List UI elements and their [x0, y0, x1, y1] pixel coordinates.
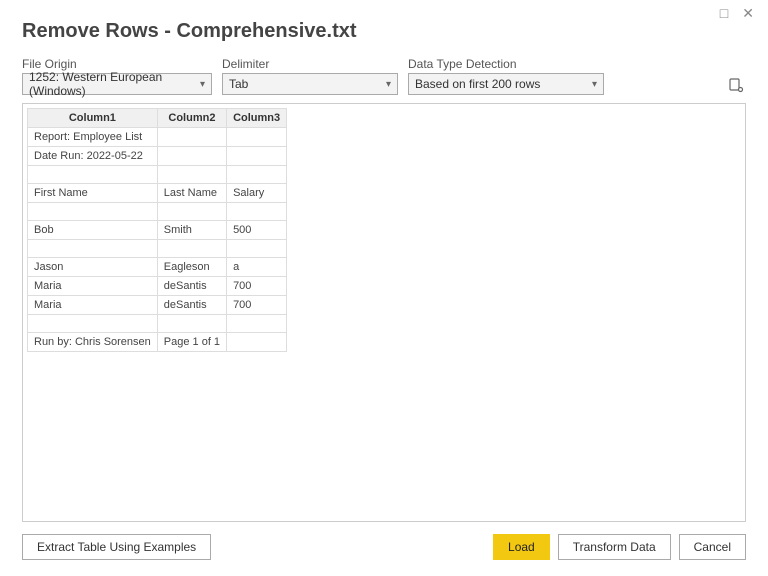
maximize-icon[interactable]: □ [720, 6, 728, 20]
table-cell [28, 203, 158, 221]
table-cell: Smith [157, 221, 226, 240]
table-cell: deSantis [157, 296, 226, 315]
delimiter-value: Tab [229, 77, 248, 91]
table-cell: Maria [28, 277, 158, 296]
table-cell [157, 128, 226, 147]
table-cell [157, 315, 226, 333]
preview-table: Column1Column2Column3 Report: Employee L… [27, 108, 287, 352]
page-title: Remove Rows - Comprehensive.txt [22, 20, 746, 43]
table-cell [28, 240, 158, 258]
table-cell: Jason [28, 258, 158, 277]
table-row[interactable]: BobSmith500 [28, 221, 287, 240]
table-cell [227, 315, 287, 333]
table-row[interactable]: MariadeSantis700 [28, 296, 287, 315]
table-row[interactable] [28, 166, 287, 184]
detection-label: Data Type Detection [408, 57, 604, 71]
table-cell: Date Run: 2022-05-22 [28, 147, 158, 166]
chevron-down-icon: ▾ [386, 79, 391, 90]
table-row[interactable] [28, 203, 287, 221]
table-row[interactable]: Report: Employee List [28, 128, 287, 147]
table-cell: Page 1 of 1 [157, 333, 226, 352]
data-preview: Column1Column2Column3 Report: Employee L… [22, 103, 746, 522]
table-row[interactable] [28, 240, 287, 258]
table-cell [28, 315, 158, 333]
column-header[interactable]: Column3 [227, 109, 287, 128]
chevron-down-icon: ▾ [592, 79, 597, 90]
detection-select[interactable]: Based on first 200 rows ▾ [408, 73, 604, 95]
table-cell [157, 203, 226, 221]
table-cell: Run by: Chris Sorensen [28, 333, 158, 352]
table-cell [227, 333, 287, 352]
table-cell [227, 240, 287, 258]
file-origin-select[interactable]: 1252: Western European (Windows) ▾ [22, 73, 212, 95]
delimiter-label: Delimiter [222, 57, 398, 71]
file-origin-label: File Origin [22, 57, 212, 71]
table-cell [157, 240, 226, 258]
table-cell [157, 166, 226, 184]
extract-table-button[interactable]: Extract Table Using Examples [22, 534, 211, 560]
table-cell [227, 166, 287, 184]
table-cell: deSantis [157, 277, 226, 296]
chevron-down-icon: ▾ [200, 79, 205, 90]
import-options: File Origin 1252: Western European (Wind… [22, 57, 746, 95]
table-row[interactable]: JasonEaglesona [28, 258, 287, 277]
table-cell [28, 166, 158, 184]
table-cell: Maria [28, 296, 158, 315]
table-row[interactable]: MariadeSantis700 [28, 277, 287, 296]
detection-value: Based on first 200 rows [415, 77, 540, 91]
table-cell: Bob [28, 221, 158, 240]
load-button[interactable]: Load [493, 534, 550, 560]
table-cell: Salary [227, 184, 287, 203]
table-row[interactable]: Run by: Chris SorensenPage 1 of 1 [28, 333, 287, 352]
table-cell: Last Name [157, 184, 226, 203]
delimiter-select[interactable]: Tab ▾ [222, 73, 398, 95]
close-icon[interactable]: ✕ [742, 6, 754, 20]
table-cell: Report: Employee List [28, 128, 158, 147]
settings-icon[interactable] [726, 75, 746, 95]
table-cell [227, 203, 287, 221]
table-row[interactable]: Date Run: 2022-05-22 [28, 147, 287, 166]
table-cell [227, 128, 287, 147]
table-cell [227, 147, 287, 166]
cancel-button[interactable]: Cancel [679, 534, 746, 560]
table-cell: Eagleson [157, 258, 226, 277]
table-cell: 700 [227, 277, 287, 296]
table-row[interactable]: First NameLast NameSalary [28, 184, 287, 203]
table-cell: 500 [227, 221, 287, 240]
transform-data-button[interactable]: Transform Data [558, 534, 671, 560]
table-cell: a [227, 258, 287, 277]
file-origin-value: 1252: Western European (Windows) [29, 70, 194, 98]
table-cell: 700 [227, 296, 287, 315]
table-cell: First Name [28, 184, 158, 203]
table-cell [157, 147, 226, 166]
column-header[interactable]: Column1 [28, 109, 158, 128]
table-row[interactable] [28, 315, 287, 333]
column-header[interactable]: Column2 [157, 109, 226, 128]
